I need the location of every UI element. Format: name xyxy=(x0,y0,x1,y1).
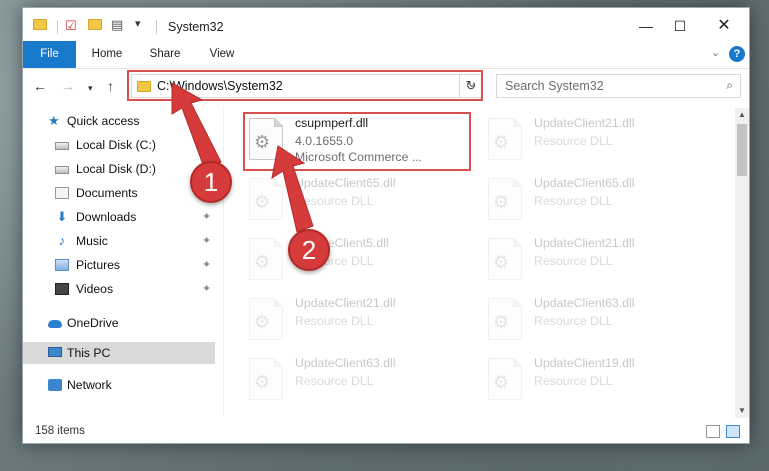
callout-badge-1: 1 xyxy=(190,161,232,203)
callout-arrow-2 xyxy=(271,145,314,233)
callout-badge-2: 2 xyxy=(288,229,330,271)
callout-arrow-1 xyxy=(171,82,222,171)
callout-arrows xyxy=(171,82,314,233)
